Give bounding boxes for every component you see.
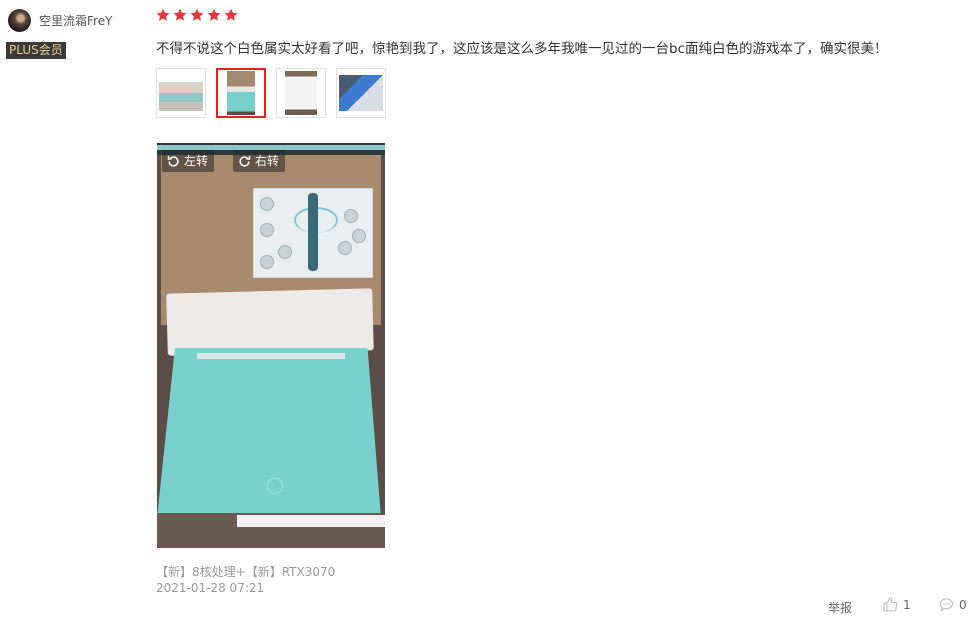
thumbnail-image: [227, 71, 255, 115]
thumbnail-3[interactable]: [276, 68, 326, 118]
photo-sticker-sheet: [253, 188, 373, 278]
rotate-left-button[interactable]: 左转: [162, 150, 215, 172]
main-photo[interactable]: 左转 右转: [157, 143, 385, 548]
avatar[interactable]: [8, 9, 31, 32]
rotate-left-icon: [167, 155, 179, 167]
thumbnail-2[interactable]: [216, 68, 266, 118]
rotate-right-icon: [239, 155, 251, 167]
star-icon: [173, 8, 187, 21]
like-button[interactable]: 1: [882, 596, 911, 613]
photo-tissue-paper: [166, 288, 374, 356]
thumbs-up-icon: [883, 597, 898, 612]
star-icon: [207, 8, 221, 21]
reply-button[interactable]: 0: [938, 596, 967, 613]
plus-member-badge: PLUS会员: [6, 42, 66, 59]
username[interactable]: 空里流霜FreY: [39, 12, 112, 29]
star-icon: [190, 8, 204, 21]
thumbnail-image: [159, 75, 203, 111]
thumbnail-image: [285, 71, 317, 115]
report-link[interactable]: 举报: [828, 599, 852, 616]
review-text: 不得不说这个白色属实太好看了吧，惊艳到我了，这应该是这么多年我唯一见过的一台bc…: [156, 41, 888, 57]
star-icon: [156, 8, 170, 21]
rotate-left-label: 左转: [184, 154, 209, 168]
rotate-right-label: 右转: [255, 154, 280, 168]
review-date: 2021-01-28 07:21: [156, 581, 265, 595]
star-icon: [224, 8, 238, 21]
thumbnail-image: [339, 75, 383, 111]
rotate-right-button[interactable]: 右转: [233, 150, 286, 172]
laptop-logo-icon: [267, 478, 283, 494]
thumbnail-strip: [156, 68, 386, 118]
photo-laptop-lid: [157, 348, 381, 518]
like-count: 1: [903, 597, 911, 612]
thumbnail-1[interactable]: [156, 68, 206, 118]
rating-stars: [155, 7, 239, 23]
reply-count: 0: [959, 597, 967, 612]
thumbnail-4[interactable]: [336, 68, 386, 118]
product-spec: 【新】8核处理+【新】RTX3070: [156, 565, 336, 579]
comment-bubble-icon: [939, 598, 954, 612]
